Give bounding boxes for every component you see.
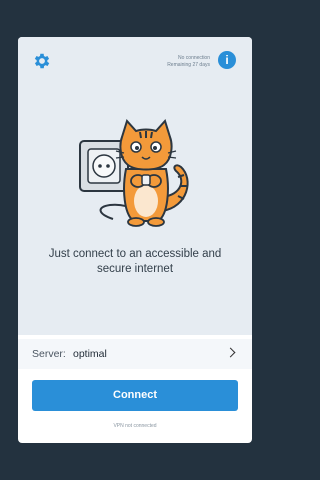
connection-status: No connection Remaining 27 days [167,55,210,69]
chevron-right-icon [225,347,236,358]
tagline-line-1: Just connect to an accessible and [48,248,222,260]
server-label: Server: [32,348,66,360]
gear-icon[interactable] [32,51,52,71]
connection-status-text: No connection [178,55,210,61]
server-selector[interactable]: Server: optimal [18,339,252,369]
tagline-line-2: secure internet [96,263,174,275]
hero-panel: No connection Remaining 27 days i Just c… [18,37,252,335]
tagline: Just connect to an accessible and secure… [38,247,232,277]
cat-with-plug-illustration [79,119,189,227]
server-value: optimal [73,348,107,360]
remaining-days-text: Remaining 27 days [167,62,210,68]
info-icon[interactable]: i [218,51,236,69]
main-card: No connection Remaining 27 days i Just c… [18,37,252,443]
vpn-status-text: VPN not connected [113,423,157,429]
connect-button[interactable]: Connect [32,380,238,411]
